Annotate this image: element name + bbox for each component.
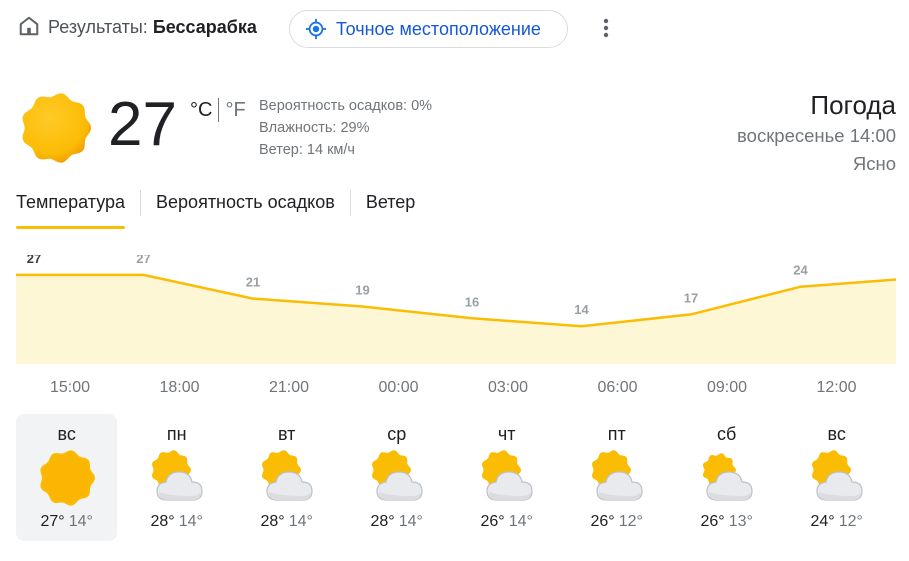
forecast-low: 14° (68, 513, 93, 530)
chart-data-label: 27 (27, 255, 41, 266)
forecast-day-name: пн (166, 424, 187, 444)
tab-divider (140, 190, 142, 216)
mostly-cloudy-icon (697, 448, 757, 508)
forecast-temps: 26° 12° (566, 513, 667, 531)
forecast-day-name: сб (717, 424, 737, 444)
temperature-chart-svg: 27 27 21 19 16 14 17 24 (16, 255, 896, 364)
forecast-low: 14° (398, 513, 423, 530)
forecast-temps: 28° 14° (126, 513, 227, 531)
tab-temperature[interactable]: Температура (16, 188, 126, 229)
tab-divider (349, 190, 351, 216)
wind: Ветер: 14 км/ч (259, 142, 355, 158)
forecast-day[interactable]: пн 28° 14° (126, 414, 227, 541)
forecast-day[interactable]: вс 27° 14° (16, 414, 118, 541)
forecast-day[interactable]: вс 24° 12° (786, 414, 887, 541)
forecast-temps: 27° 14° (16, 513, 117, 531)
tab-precipitation[interactable]: Вероятность осадков (156, 188, 335, 229)
partly-cloudy-icon (367, 448, 427, 508)
tab-wind[interactable]: Ветер (366, 188, 415, 229)
current-temperature: 27 (108, 90, 177, 159)
forecast-day[interactable]: пт 26° 12° (566, 414, 667, 541)
chart-data-label: 17 (684, 290, 698, 305)
forecast-low: 14° (508, 513, 533, 530)
forecast-high: 26° (480, 513, 505, 530)
chart-data-label: 21 (246, 275, 260, 290)
precipitation-chance: Вероятность осадков: 0% (259, 98, 433, 114)
chart-data-label: 14 (574, 302, 589, 317)
home-icon (19, 16, 39, 36)
unit-switcher: °C °F (190, 98, 246, 122)
forecast-day[interactable]: сб 26° 13° (676, 414, 777, 541)
forecast-temps: 26° 13° (676, 513, 777, 531)
forecast-low: 14° (178, 513, 203, 530)
weather-summary: Погода воскресенье 14:00 Ясно (737, 88, 896, 178)
forecast-high: 28° (370, 513, 395, 530)
partly-cloudy-icon (477, 448, 537, 508)
forecast-temps: 26° 14° (456, 513, 557, 531)
unit-divider (218, 98, 220, 122)
forecast-high: 28° (260, 513, 285, 530)
weather-details: Вероятность осадков: 0% Влажность: 29% В… (259, 95, 432, 161)
daily-forecast: вс 27° 14° пн 28° 14° вт 28° 14° ср 28° 14° чт 26° 14°… (16, 414, 896, 542)
chart-time-label[interactable]: 03:00 (488, 379, 528, 397)
sun-icon (22, 93, 92, 163)
chart-time-label[interactable]: 00:00 (378, 379, 418, 397)
forecast-day-name: чт (497, 424, 516, 444)
chart-data-label: 19 (355, 282, 369, 297)
forecast-day[interactable]: чт 26° 14° (456, 414, 557, 541)
partly-cloudy-icon (587, 448, 647, 508)
chart-area (16, 274, 896, 364)
precise-location-label: Точное местоположение (336, 18, 541, 39)
forecast-high: 24° (810, 513, 835, 530)
chart-time-label[interactable]: 09:00 (707, 379, 747, 397)
chart-time-label[interactable]: 06:00 (597, 379, 637, 397)
precise-location-button[interactable]: Точное местоположение (289, 10, 568, 48)
sun-icon (37, 448, 97, 508)
forecast-low: 13° (728, 513, 753, 530)
weather-datetime: воскресенье 14:00 (737, 125, 896, 146)
forecast-low: 14° (288, 513, 313, 530)
chart-data-label: 27 (136, 255, 150, 266)
partly-cloudy-icon (807, 448, 867, 508)
forecast-temps: 24° 12° (786, 513, 887, 531)
weather-title: Погода (810, 90, 896, 120)
forecast-day-name: вт (277, 424, 296, 444)
chart-time-label[interactable]: 18:00 (159, 379, 199, 397)
partly-cloudy-icon (257, 448, 317, 508)
weather-condition: Ясно (852, 153, 896, 174)
chart-data-label: 16 (465, 294, 479, 309)
forecast-low: 12° (838, 513, 863, 530)
chart-time-label[interactable]: 21:00 (269, 379, 309, 397)
forecast-high: 27° (40, 513, 65, 530)
weather-tabs: Температура Вероятность осадков Ветер (16, 188, 415, 230)
forecast-day-name: ср (387, 424, 407, 444)
temperature-chart: 27 27 21 19 16 14 17 24 15:00 18:00 21:00 00:00 03:… (16, 255, 896, 400)
chart-time-label[interactable]: 12:00 (816, 379, 856, 397)
forecast-high: 28° (150, 513, 175, 530)
forecast-temps: 28° 14° (346, 513, 447, 531)
chart-data-label: 24 (793, 263, 808, 278)
forecast-day-name: пт (607, 424, 626, 444)
forecast-high: 26° (590, 513, 615, 530)
forecast-day[interactable]: вт 28° 14° (236, 414, 337, 541)
forecast-temps: 28° 14° (236, 513, 337, 531)
fahrenheit-unit[interactable]: °F (225, 99, 245, 122)
more-options-icon[interactable] (596, 15, 616, 41)
forecast-low: 12° (618, 513, 643, 530)
humidity: Влажность: 29% (259, 120, 370, 136)
chart-time-label[interactable]: 15:00 (50, 379, 90, 397)
forecast-high: 26° (700, 513, 725, 530)
celsius-unit[interactable]: °C (190, 99, 212, 122)
results-heading: Результаты: Бессарабка (48, 17, 257, 38)
location-target-icon (305, 18, 327, 40)
forecast-day[interactable]: ср 28° 14° (346, 414, 447, 541)
header: Результаты: Бессарабка Точное местополож… (0, 0, 909, 58)
partly-cloudy-icon (147, 448, 207, 508)
forecast-day-name: вс (827, 424, 846, 444)
forecast-day-name: вс (57, 424, 76, 444)
location-name[interactable]: Бессарабка (153, 17, 257, 37)
results-label: Результаты: (48, 17, 148, 37)
